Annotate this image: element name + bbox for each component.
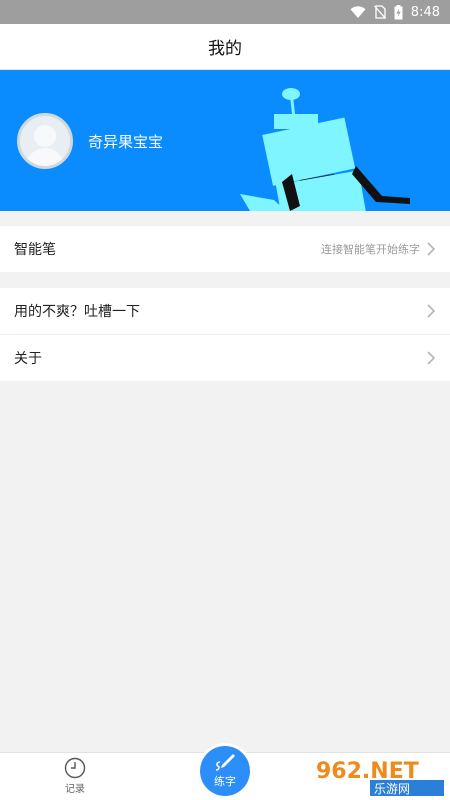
- about-row[interactable]: 关于: [0, 335, 450, 381]
- title-bar: 我的: [0, 24, 450, 70]
- status-bar: 8:48: [0, 0, 450, 24]
- profile-banner[interactable]: 奇异果宝宝: [0, 70, 450, 211]
- nav-records-label: 记录: [65, 784, 85, 795]
- feedback-label: 用的不爽？吐槽一下: [14, 304, 140, 320]
- no-sim-icon: [373, 5, 386, 19]
- section-gap: [0, 211, 450, 226]
- avatar[interactable]: [17, 113, 73, 169]
- status-time: 8:48: [410, 4, 440, 20]
- avatar-head-shape: [34, 125, 56, 147]
- battery-charging-icon: [394, 4, 403, 19]
- chevron-right-icon: [427, 351, 436, 365]
- clock-icon: [64, 757, 86, 779]
- avatar-body-shape: [26, 148, 64, 166]
- practice-button[interactable]: 练字: [200, 746, 250, 796]
- smart-pen-row[interactable]: 智能笔 连接智能笔开始练字: [0, 226, 450, 272]
- feedback-row[interactable]: 用的不爽？吐槽一下: [0, 288, 450, 334]
- watermark-logo: 962.NET 乐游网: [310, 754, 450, 798]
- watermark-sub: 乐游网: [374, 782, 410, 796]
- chevron-right-icon: [427, 304, 436, 318]
- practice-label: 练字: [214, 775, 236, 788]
- nav-records[interactable]: 记录: [55, 757, 95, 795]
- chevron-right-icon: [427, 242, 436, 256]
- about-label: 关于: [14, 351, 42, 367]
- smart-pen-label: 智能笔: [14, 242, 56, 258]
- robot-illustration: [240, 88, 410, 211]
- smart-pen-hint: 连接智能笔开始练字: [321, 243, 420, 256]
- wifi-icon: [350, 5, 366, 18]
- page-title: 我的: [208, 39, 242, 59]
- username: 奇异果宝宝: [88, 133, 164, 151]
- pen-icon: [215, 754, 235, 771]
